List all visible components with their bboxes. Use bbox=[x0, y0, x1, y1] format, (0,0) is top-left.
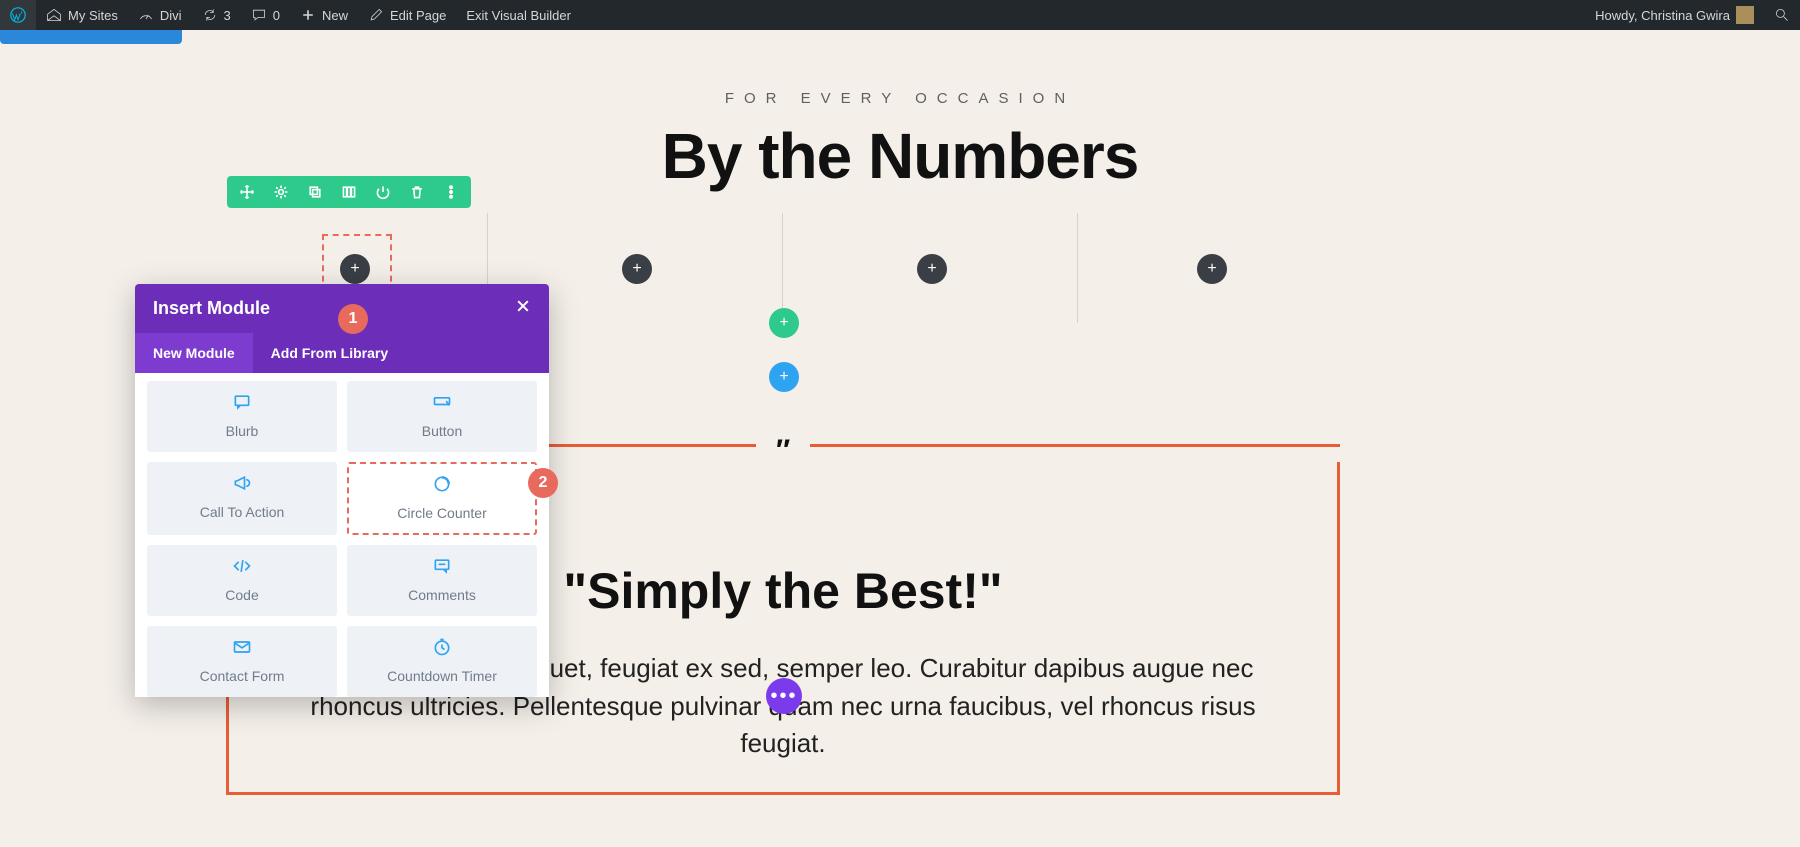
sites-icon bbox=[46, 7, 62, 23]
builder-settings-fab[interactable]: ••• bbox=[766, 678, 802, 714]
row-power-button[interactable] bbox=[373, 182, 393, 202]
row-columns-button[interactable] bbox=[339, 182, 359, 202]
button-icon bbox=[432, 392, 452, 417]
row-duplicate-button[interactable] bbox=[305, 182, 325, 202]
columns-icon bbox=[341, 184, 357, 200]
ellipsis-icon: ••• bbox=[770, 685, 797, 708]
insert-module-modal: Insert Module New Module Add From Librar… bbox=[135, 284, 549, 697]
megaphone-icon bbox=[232, 473, 252, 498]
module-label: Blurb bbox=[226, 423, 259, 439]
comments-link[interactable]: 0 bbox=[241, 0, 290, 30]
module-call-to-action[interactable]: Call To Action bbox=[147, 462, 337, 535]
add-row-button[interactable]: + bbox=[769, 308, 799, 338]
mail-icon bbox=[232, 637, 252, 662]
module-label: Call To Action bbox=[200, 504, 285, 520]
search-icon bbox=[1774, 7, 1790, 23]
module-circle-counter[interactable]: Circle Counter bbox=[347, 462, 537, 535]
clock-icon bbox=[432, 637, 452, 662]
howdy-link[interactable]: Howdy, Christina Gwira bbox=[1585, 0, 1764, 30]
comments-count: 0 bbox=[273, 8, 280, 23]
howdy-label: Howdy, Christina Gwira bbox=[1595, 8, 1730, 23]
gear-icon bbox=[273, 184, 289, 200]
annotation-badge-1: 1 bbox=[338, 304, 368, 334]
modal-body: Blurb Button Call To Action Circle Count… bbox=[135, 373, 549, 697]
blurb-icon bbox=[232, 392, 252, 417]
add-module-button-col3[interactable]: + bbox=[917, 254, 947, 284]
wp-admin-bar: My Sites Divi 3 0 New Edit Page Exit Vis… bbox=[0, 0, 1800, 30]
module-label: Comments bbox=[408, 587, 476, 603]
comment-icon bbox=[251, 7, 267, 23]
pencil-icon bbox=[368, 7, 384, 23]
wp-logo[interactable] bbox=[0, 0, 36, 30]
section-heading: FOR EVERY OCCASION By the Numbers bbox=[117, 30, 1683, 193]
search-toggle[interactable] bbox=[1764, 0, 1800, 30]
module-blurb[interactable]: Blurb bbox=[147, 381, 337, 452]
my-sites-label: My Sites bbox=[68, 8, 118, 23]
avatar bbox=[1736, 6, 1754, 24]
module-comments[interactable]: Comments bbox=[347, 545, 537, 616]
updates-count: 3 bbox=[224, 8, 231, 23]
column-divider bbox=[1077, 213, 1078, 323]
row-delete-button[interactable] bbox=[407, 182, 427, 202]
modal-title: Insert Module bbox=[153, 298, 270, 319]
refresh-icon bbox=[202, 7, 218, 23]
edit-page-link[interactable]: Edit Page bbox=[358, 0, 456, 30]
code-icon bbox=[232, 556, 252, 581]
modal-close-button[interactable] bbox=[515, 298, 531, 319]
exit-builder-label: Exit Visual Builder bbox=[466, 8, 571, 23]
annotation-badge-2: 2 bbox=[528, 468, 558, 498]
new-label: New bbox=[322, 8, 348, 23]
module-label: Button bbox=[422, 423, 462, 439]
wordpress-icon bbox=[10, 7, 26, 23]
modal-tabs: New Module Add From Library bbox=[135, 333, 549, 373]
column-divider bbox=[782, 213, 783, 323]
close-icon bbox=[515, 298, 531, 314]
updates-link[interactable]: 3 bbox=[192, 0, 241, 30]
module-button[interactable]: Button bbox=[347, 381, 537, 452]
edit-page-label: Edit Page bbox=[390, 8, 446, 23]
tab-add-from-library[interactable]: Add From Library bbox=[253, 333, 549, 373]
duplicate-icon bbox=[307, 184, 323, 200]
section-toolbar-remnant bbox=[0, 30, 182, 44]
add-module-button-col1[interactable]: + bbox=[340, 254, 370, 284]
module-code[interactable]: Code bbox=[147, 545, 337, 616]
row-settings-button[interactable] bbox=[271, 182, 291, 202]
plus-icon bbox=[300, 7, 316, 23]
my-sites-link[interactable]: My Sites bbox=[36, 0, 128, 30]
site-name-link[interactable]: Divi bbox=[128, 0, 192, 30]
circle-counter-icon bbox=[432, 474, 452, 499]
module-label: Code bbox=[225, 587, 258, 603]
row-more-button[interactable] bbox=[441, 182, 461, 202]
module-countdown-timer[interactable]: Countdown Timer bbox=[347, 626, 537, 697]
move-icon bbox=[239, 184, 255, 200]
add-module-button-col2[interactable]: + bbox=[622, 254, 652, 284]
row-move-handle[interactable] bbox=[237, 182, 257, 202]
row-toolbar bbox=[227, 176, 471, 208]
module-label: Contact Form bbox=[200, 668, 285, 684]
more-vertical-icon bbox=[443, 184, 459, 200]
add-section-button[interactable]: + bbox=[769, 362, 799, 392]
module-label: Circle Counter bbox=[397, 505, 486, 521]
quote-mark-icon: ″ bbox=[756, 434, 810, 468]
tab-new-module[interactable]: New Module bbox=[135, 333, 253, 373]
site-name-label: Divi bbox=[160, 8, 182, 23]
add-module-button-col4[interactable]: + bbox=[1197, 254, 1227, 284]
exit-builder-link[interactable]: Exit Visual Builder bbox=[456, 0, 581, 30]
module-contact-form[interactable]: Contact Form bbox=[147, 626, 337, 697]
testimonial-top-border-right bbox=[810, 444, 1340, 447]
module-label: Countdown Timer bbox=[387, 668, 497, 684]
new-link[interactable]: New bbox=[290, 0, 358, 30]
power-icon bbox=[375, 184, 391, 200]
section-overline: FOR EVERY OCCASION bbox=[117, 90, 1683, 107]
trash-icon bbox=[409, 184, 425, 200]
comments-icon bbox=[432, 556, 452, 581]
gauge-icon bbox=[138, 7, 154, 23]
